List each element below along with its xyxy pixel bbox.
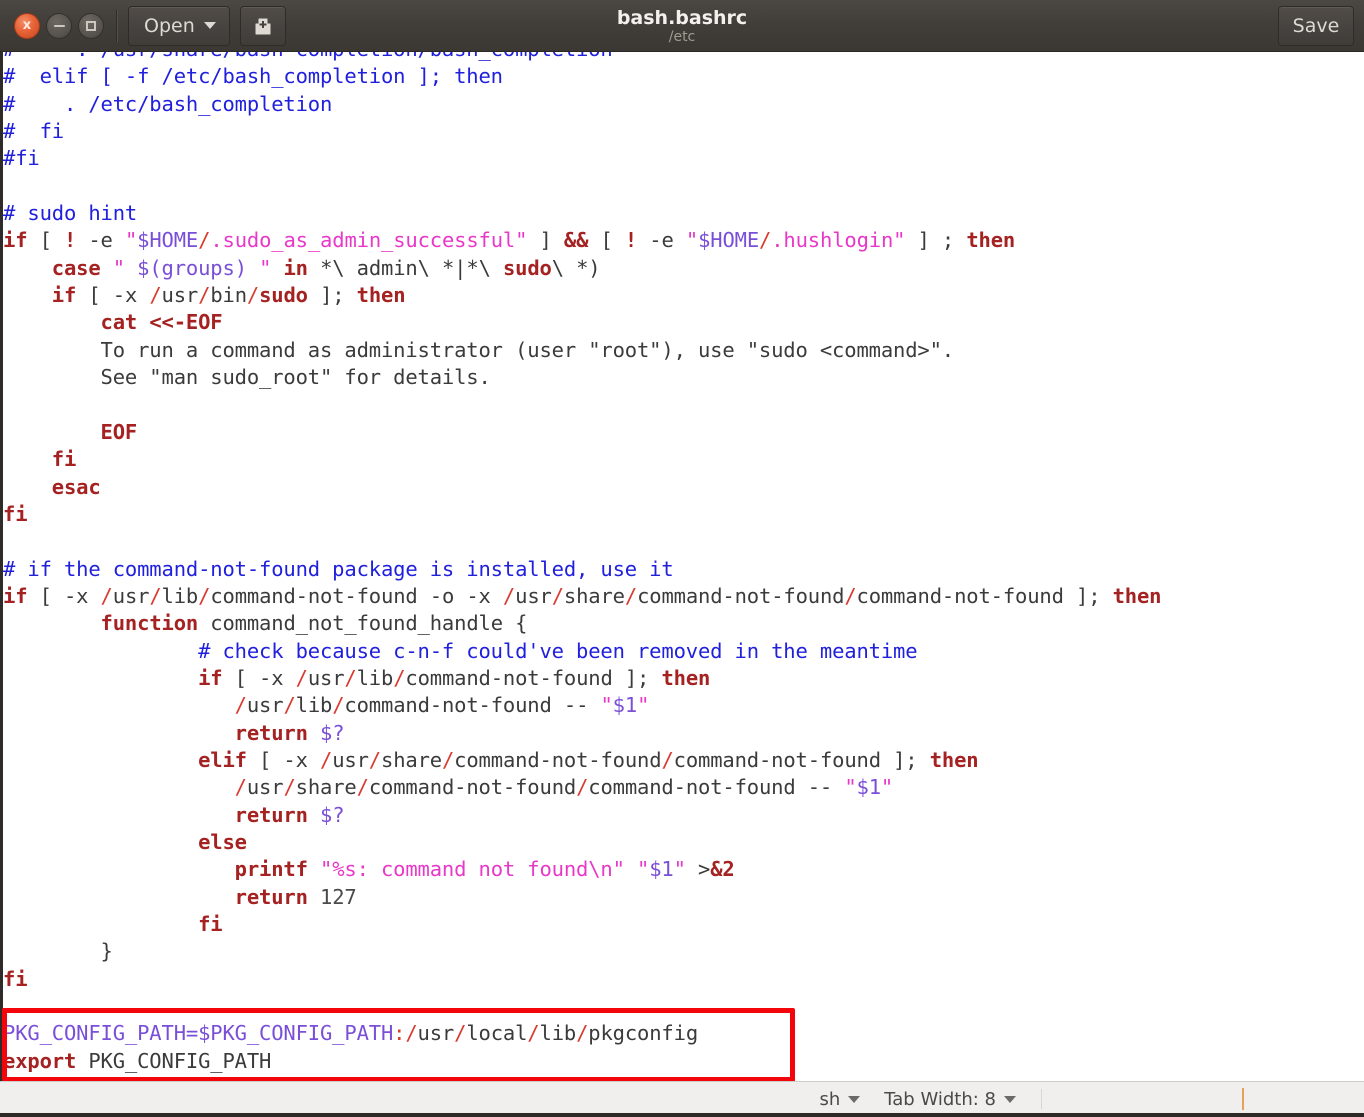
code-line[interactable]: PKG_CONFIG_PATH=$PKG_CONFIG_PATH:/usr/lo… — [3, 1020, 1364, 1047]
code-line[interactable]: export PKG_CONFIG_PATH — [3, 1048, 1364, 1075]
code-line[interactable]: fi — [3, 446, 1364, 473]
code-line[interactable]: /usr/lib/command-not-found -- "$1" — [3, 692, 1364, 719]
code-line[interactable]: To run a command as administrator (user … — [3, 337, 1364, 364]
code-line[interactable] — [3, 993, 1364, 1020]
code-line[interactable]: if [ ! -e "$HOME/.sudo_as_admin_successf… — [3, 227, 1364, 254]
code-line[interactable]: fi — [3, 501, 1364, 528]
save-button-label: Save — [1292, 15, 1340, 37]
open-button-label: Open — [144, 14, 195, 37]
code-line[interactable]: See "man sudo_root" for details. — [3, 364, 1364, 391]
text-editor-area[interactable]: # . /usr/share/bash-completion/bash_comp… — [0, 52, 1364, 1081]
code-line[interactable]: # elif [ -f /etc/bash_completion ]; then — [3, 63, 1364, 90]
code-line[interactable] — [3, 173, 1364, 200]
code-line[interactable]: if [ -x /usr/bin/sudo ]; then — [3, 282, 1364, 309]
code-line[interactable]: function command_not_found_handle { — [3, 610, 1364, 637]
status-bar: sh Tab Width: 8 — [0, 1081, 1364, 1117]
code-line[interactable] — [3, 528, 1364, 555]
code-line[interactable]: # check because c-n-f could've been remo… — [3, 638, 1364, 665]
tab-width-selector[interactable]: Tab Width: 8 — [884, 1089, 1016, 1110]
page-title: bash.bashrc — [616, 6, 748, 29]
save-button[interactable]: Save — [1278, 6, 1354, 46]
code-line[interactable]: # . /etc/bash_completion — [3, 91, 1364, 118]
code-line[interactable]: # sudo hint — [3, 200, 1364, 227]
chevron-down-icon — [1004, 1096, 1016, 1103]
new-document-button[interactable] — [239, 5, 286, 46]
minimize-button[interactable] — [46, 12, 72, 39]
tab-width-label: Tab Width: 8 — [884, 1089, 996, 1110]
code-line[interactable]: else — [3, 829, 1364, 856]
language-label: sh — [819, 1089, 841, 1110]
toolbar-separator — [116, 9, 118, 42]
open-button[interactable]: Open — [128, 5, 230, 46]
minimize-icon — [53, 24, 65, 27]
code-line[interactable]: return $? — [3, 720, 1364, 747]
code-line[interactable]: # fi — [3, 118, 1364, 145]
close-button[interactable]: x — [14, 12, 40, 39]
code-line[interactable]: esac — [3, 474, 1364, 501]
status-divider — [1041, 1089, 1042, 1109]
document-path: /etc — [668, 28, 696, 45]
maximize-icon — [86, 20, 96, 31]
code-line[interactable]: /usr/share/command-not-found/command-not… — [3, 774, 1364, 801]
code-line[interactable]: if [ -x /usr/lib/command-not-found ]; th… — [3, 665, 1364, 692]
code-line[interactable]: # if the command-not-found package is in… — [3, 556, 1364, 583]
chevron-down-icon — [848, 1096, 861, 1103]
maximize-button[interactable] — [78, 12, 104, 39]
code-line[interactable]: EOF — [3, 419, 1364, 446]
language-selector[interactable]: sh — [819, 1089, 861, 1110]
code-line[interactable]: # . /usr/share/bash-completion/bash_comp… — [3, 52, 1364, 63]
code-line[interactable]: elif [ -x /usr/share/command-not-found/c… — [3, 747, 1364, 774]
code-line[interactable]: return 127 — [3, 884, 1364, 911]
code-line[interactable]: printf "%s: command not found\n" "$1" >&… — [3, 856, 1364, 883]
code-line[interactable]: case " $(groups) " in *\ admin\ *|*\ sud… — [3, 255, 1364, 282]
code-line[interactable] — [3, 391, 1364, 418]
new-document-icon — [255, 18, 271, 34]
code-line[interactable]: if [ -x /usr/lib/command-not-found -o -x… — [3, 583, 1364, 610]
code-line[interactable]: cat <<-EOF — [3, 309, 1364, 336]
window-titlebar: x Open bash.bashrc /etc Save — [0, 0, 1364, 52]
text-cursor-indicator — [1242, 1088, 1244, 1110]
code-line[interactable]: } — [3, 938, 1364, 965]
code-line[interactable]: #fi — [3, 145, 1364, 172]
code-line[interactable]: return $? — [3, 802, 1364, 829]
code-line[interactable]: fi — [3, 911, 1364, 938]
window-controls: x — [14, 12, 104, 39]
code-line[interactable]: fi — [3, 966, 1364, 993]
source-code[interactable]: # . /usr/share/bash-completion/bash_comp… — [3, 52, 1364, 1075]
chevron-down-icon — [203, 22, 216, 29]
